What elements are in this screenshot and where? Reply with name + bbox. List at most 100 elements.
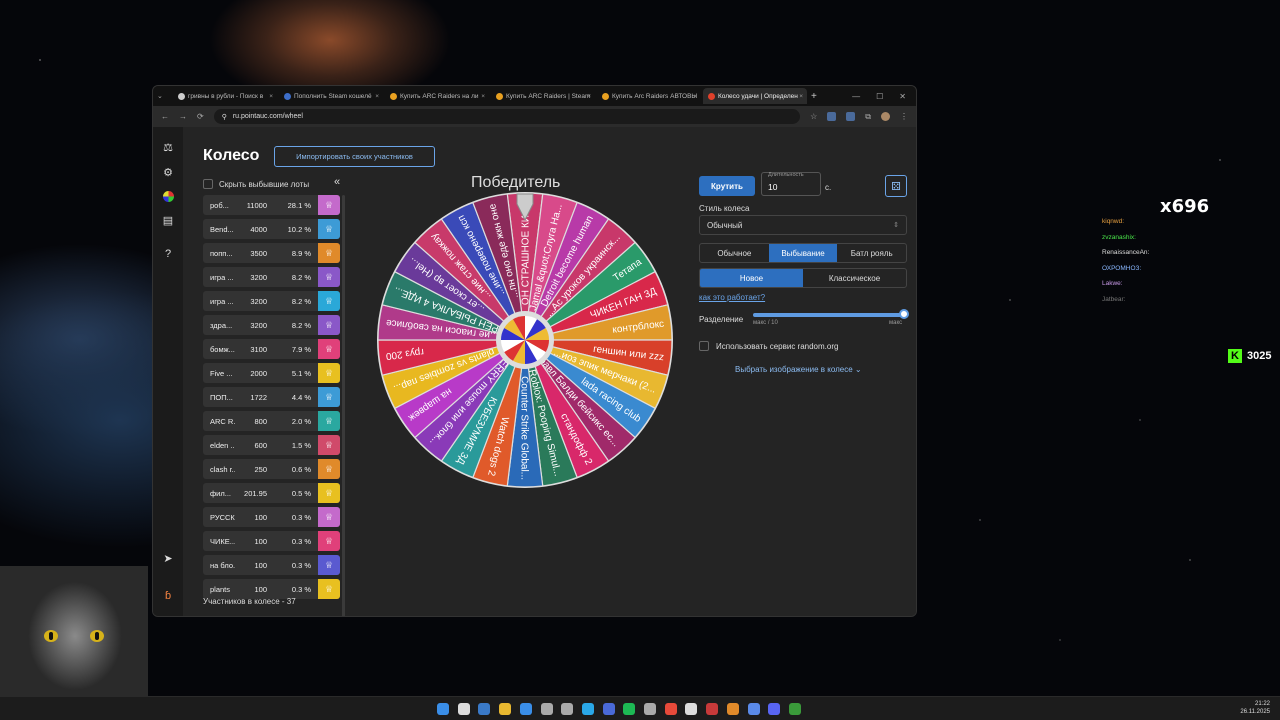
lot-crown-icon[interactable]: ♕ — [318, 243, 340, 263]
random-org-checkbox[interactable]: Использовать сервис random.org — [699, 341, 838, 351]
wheel-svg[interactable]: ОН СТРАШНОЕ КИНОJamal &quot;Слуга На...D… — [375, 190, 675, 490]
lot-crown-icon[interactable]: ♕ — [318, 219, 340, 239]
tab-close-icon[interactable]: × — [693, 93, 697, 100]
site-info-icon[interactable]: ⚲ — [222, 113, 227, 121]
lot-row[interactable]: ПОП... 1722 4.4 % ♕ — [203, 387, 340, 407]
hide-eliminated-checkbox[interactable]: Скрыть выбывшие лоты — [203, 179, 309, 189]
lot-row[interactable]: clash r... 250 0.6 % ♕ — [203, 459, 340, 479]
lot-row[interactable]: игра ... 3200 8.2 % ♕ — [203, 291, 340, 311]
browser-tab[interactable]: гривны в рубли - Поиск в × — [173, 88, 277, 104]
telegram-icon[interactable]: ➤ — [161, 551, 175, 565]
menu-kebab-icon[interactable]: ⋮ — [900, 112, 908, 121]
lot-crown-icon[interactable]: ♕ — [318, 267, 340, 287]
tab-close-icon[interactable]: × — [375, 93, 379, 100]
reload-icon[interactable]: ⟳ — [197, 112, 204, 121]
minimize-icon[interactable]: — — [852, 92, 860, 101]
browser-tab[interactable]: Купить ARC Raiders на ли × — [385, 88, 489, 104]
maximize-icon[interactable]: ☐ — [876, 92, 883, 101]
lot-crown-icon[interactable]: ♕ — [318, 507, 340, 527]
lot-crown-icon[interactable]: ♕ — [318, 579, 340, 599]
lot-crown-icon[interactable]: ♕ — [318, 435, 340, 455]
lot-row[interactable]: попп... 3500 8.9 % ♕ — [203, 243, 340, 263]
mode-option[interactable]: Новое — [700, 269, 803, 287]
checkbox-box[interactable] — [203, 179, 213, 189]
gear-icon[interactable]: ⚙ — [161, 165, 175, 179]
mode-option[interactable]: Выбывание — [768, 244, 838, 262]
tab-search-icon[interactable]: ⌄ — [157, 92, 171, 100]
taskbar-app-icon[interactable] — [664, 703, 677, 715]
taskbar-app-icon[interactable] — [581, 703, 594, 715]
back-icon[interactable]: ← — [161, 112, 169, 121]
lot-row[interactable]: elden ... 600 1.5 % ♕ — [203, 435, 340, 455]
lot-crown-icon[interactable]: ♕ — [318, 315, 340, 335]
lot-row[interactable]: Bend... 4000 10.2 % ♕ — [203, 219, 340, 239]
url-field[interactable]: ⚲ ru.pointauc.com/wheel — [213, 109, 801, 124]
lot-row[interactable]: фил... 201.95 0.5 % ♕ — [203, 483, 340, 503]
tab-close-icon[interactable]: × — [587, 93, 591, 100]
lot-row[interactable]: бомж... 3100 7.9 % ♕ — [203, 339, 340, 359]
lot-crown-icon[interactable]: ♕ — [318, 291, 340, 311]
forward-icon[interactable]: → — [179, 112, 187, 121]
duration-input[interactable]: Длительность 10 — [761, 172, 821, 196]
lot-crown-icon[interactable]: ♕ — [318, 195, 340, 215]
spin-button[interactable]: Крутить — [699, 176, 755, 196]
profile-avatar-icon[interactable] — [881, 112, 890, 121]
import-participants-button[interactable]: Импортировать своих участников — [274, 146, 435, 167]
gavel-icon[interactable]: ⚖ — [161, 140, 175, 154]
taskbar-app-icon[interactable] — [519, 703, 532, 715]
taskbar-app-icon[interactable] — [623, 703, 636, 715]
lot-crown-icon[interactable]: ♕ — [318, 411, 340, 431]
wheel-style-select[interactable]: Обычный ⇕ — [699, 215, 907, 235]
taskbar-app-icon[interactable] — [478, 703, 491, 715]
taskbar-app-icon[interactable] — [768, 703, 781, 715]
system-clock[interactable]: 21:22 26.11.2025 — [1240, 700, 1270, 716]
browser-tab[interactable]: Купить ARC Raiders | Steam × — [491, 88, 595, 104]
taskbar-app-icon[interactable] — [644, 703, 656, 715]
fortune-wheel[interactable]: ОН СТРАШНОЕ КИНО Jamal &quot;Слуга На... D… — [375, 190, 675, 495]
lot-row[interactable]: Five ... 2000 5.1 % ♕ — [203, 363, 340, 383]
split-slider[interactable] — [753, 313, 905, 317]
lot-crown-icon[interactable]: ♕ — [318, 459, 340, 479]
lot-crown-icon[interactable]: ♕ — [318, 363, 340, 383]
lot-row[interactable]: ARC R... 800 2.0 % ♕ — [203, 411, 340, 431]
new-tab-icon[interactable]: + — [811, 91, 817, 102]
taskbar-app-icon[interactable] — [540, 703, 553, 715]
taskbar-app-icon[interactable] — [499, 703, 512, 715]
collapse-panel-icon[interactable]: « — [334, 176, 340, 188]
taskbar-app-icon[interactable] — [437, 703, 449, 715]
tab-close-icon[interactable]: × — [799, 93, 803, 100]
how-it-works-link[interactable]: как это работает? — [699, 293, 765, 302]
lot-row[interactable]: здра... 3200 8.2 % ♕ — [203, 315, 340, 335]
lot-row[interactable]: ЧИКЕ... 100 0.3 % ♕ — [203, 531, 340, 551]
lot-row[interactable]: игра ... 3200 8.2 % ♕ — [203, 267, 340, 287]
mode-option[interactable]: Обычное — [700, 244, 769, 262]
split-slider-handle[interactable] — [899, 309, 909, 319]
checkbox-box[interactable] — [699, 341, 709, 351]
taskbar-app-icon[interactable] — [457, 703, 470, 715]
lot-row[interactable]: на бло... 100 0.3 % ♕ — [203, 555, 340, 575]
wheel-icon[interactable] — [161, 189, 175, 203]
tab-close-icon[interactable]: × — [269, 93, 273, 100]
taskbar-app-icon[interactable] — [788, 703, 801, 715]
taskbar-app-icon[interactable] — [726, 703, 739, 715]
browser-tab[interactable]: Колесо удачи | Определен × — [703, 88, 807, 104]
lot-crown-icon[interactable]: ♕ — [318, 555, 340, 575]
tab-close-icon[interactable]: × — [481, 93, 485, 100]
help-icon[interactable]: ? — [161, 247, 175, 261]
taskbar-app-icon[interactable] — [685, 703, 698, 715]
browser-tab[interactable]: Купить Arc Raiders АВТОВЫ × — [597, 88, 701, 104]
brand-logo-icon[interactable]: ɓ — [161, 589, 175, 603]
lot-row[interactable]: plants 100 0.3 % ♕ — [203, 579, 340, 599]
mode-option[interactable]: Классическое — [803, 269, 906, 287]
mode-option[interactable]: Батл рояль — [837, 244, 906, 262]
lot-crown-icon[interactable]: ♕ — [318, 387, 340, 407]
lot-row[interactable]: роб... 11000 28.1 % ♕ — [203, 195, 340, 215]
lot-row[interactable]: РУССК... 100 0.3 % ♕ — [203, 507, 340, 527]
taskbar-app-icon[interactable] — [747, 703, 760, 715]
lot-crown-icon[interactable]: ♕ — [318, 339, 340, 359]
lots-scrollbar[interactable] — [342, 195, 345, 616]
close-window-icon[interactable]: ✕ — [899, 92, 906, 101]
taskbar-app-icon[interactable] — [561, 703, 574, 715]
taskbar-app-icon[interactable] — [706, 703, 719, 715]
extensions-puzzle-icon[interactable]: ⧉ — [865, 112, 871, 122]
